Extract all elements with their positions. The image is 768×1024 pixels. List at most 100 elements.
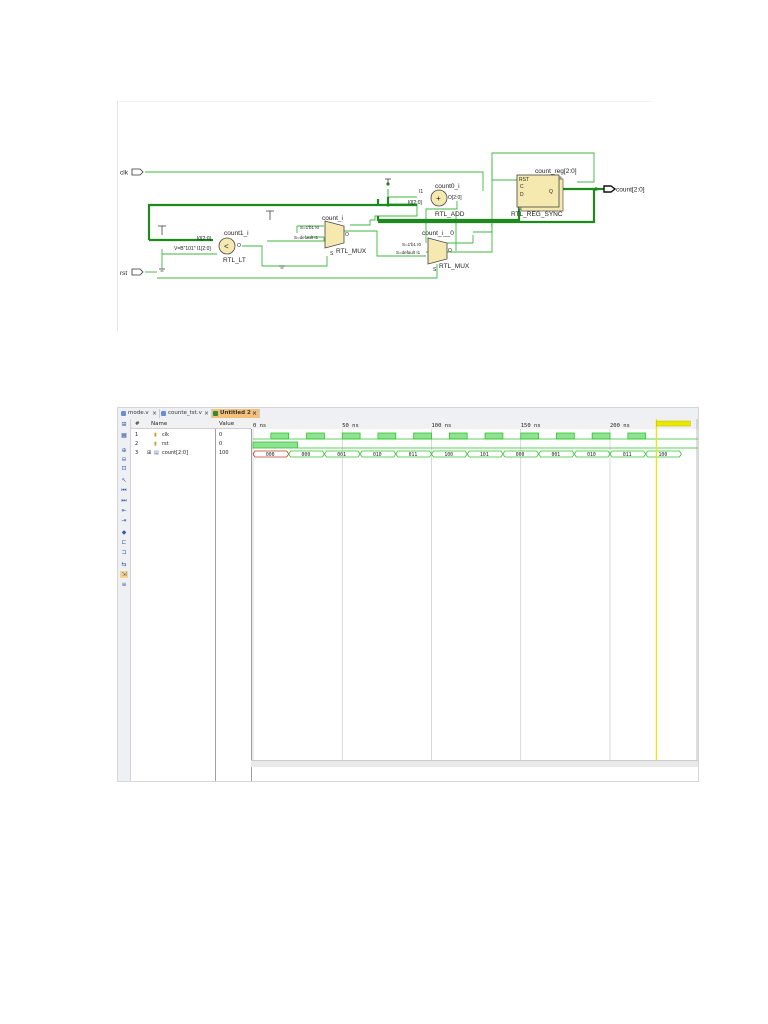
clk-high-pulse (448, 432, 468, 440)
rst-port: rst (120, 268, 144, 277)
bus-value-label: 001 (551, 452, 560, 458)
count-output-port: count[2:0] (603, 185, 645, 194)
value-count: 100 (219, 450, 229, 456)
svg-text:O: O (237, 243, 241, 249)
name-column-header: Name (151, 421, 168, 427)
clk-high-pulse (270, 432, 290, 440)
horizontal-scrollbar[interactable] (251, 760, 698, 767)
signal-bit-icon: ▮ (154, 432, 157, 438)
mux2-cell: count_i__0 S=1'b1 I0 S=default I1 O S RT… (396, 230, 470, 273)
clk-high-pulse (627, 432, 647, 440)
mux1-cell: count_i S=1'b1 I0 S=default I1 O S RTL_M… (294, 215, 367, 257)
svg-text:rst: rst (120, 270, 127, 277)
svg-text:C: C (520, 184, 524, 190)
signal-bus-icon: ▤ (154, 450, 159, 456)
previous-marker-icon[interactable]: ⊏ (120, 539, 128, 546)
svg-text:O[2:0]: O[2:0] (448, 195, 462, 201)
next-transition-icon[interactable]: ⇥ (120, 517, 128, 524)
go-to-end-icon[interactable]: ⏭ (120, 497, 128, 504)
tab-mode-v[interactable]: mode.v × (120, 409, 160, 418)
signal-name-pane: # Name 1 ▮ clk 2 ▮ rst 3 ⊞ ▤ count[2:0] (131, 419, 216, 781)
time-label: 150 ns (521, 423, 541, 429)
svg-text:D: D (520, 192, 524, 198)
clk-high-pulse (413, 432, 432, 440)
zoom-in-icon[interactable]: ⊕ (120, 447, 128, 454)
waveform-canvas[interactable]: 0 ns 50 ns 100 ns 150 ns 200 ns 000 000 001 010 0… (251, 419, 698, 781)
verilog-file-icon (121, 411, 126, 416)
compare-cell: < count1_i I0[2:0] V=B"101" I1[2:0] O RT… (174, 230, 249, 264)
svg-text:count_reg[2:0]: count_reg[2:0] (535, 168, 577, 175)
swap-cursors-icon[interactable]: ⇆ (120, 561, 128, 568)
expand-icon[interactable]: ⊞ (147, 449, 151, 458)
close-icon[interactable]: × (204, 409, 209, 418)
go-to-start-icon[interactable]: ⏮ (120, 487, 128, 494)
save-icon[interactable]: ▦ (120, 432, 128, 439)
waveform-viewer: mode.v × counte_tst.v × Untitled 2 × ⊞ ▦… (117, 407, 699, 782)
svg-text:RST: RST (519, 177, 529, 183)
svg-text:RTL_REG_SYNC: RTL_REG_SYNC (511, 211, 563, 218)
tab-counte-tst-v[interactable]: counte_tst.v × (160, 409, 212, 418)
bus-value-label: 100 (659, 452, 668, 458)
clk-port: clk (120, 168, 144, 177)
svg-text:<: < (224, 242, 229, 251)
svg-text:S=1'b1 I0: S=1'b1 I0 (402, 242, 421, 247)
svg-text:+: + (436, 194, 441, 203)
signal-row-count[interactable]: 3 ⊞ ▤ count[2:0] (135, 449, 188, 458)
svg-text:S=default I1: S=default I1 (396, 250, 421, 255)
bus-value-label: 011 (409, 452, 418, 458)
clk-high-pulse (341, 432, 361, 440)
svg-text:I0[2:0]: I0[2:0] (408, 200, 423, 206)
svg-text:RTL_LT: RTL_LT (223, 257, 246, 264)
tab-untitled-2[interactable]: Untitled 2 × (212, 409, 260, 418)
svg-text:O: O (448, 248, 452, 254)
bus-value-label: 000 (266, 452, 275, 458)
bus-value-label: 000 (516, 452, 525, 458)
svg-text:I1: I1 (419, 189, 423, 195)
verilog-file-icon (161, 411, 166, 416)
bus-value-label: 101 (480, 452, 489, 458)
bus-value-label: 100 (444, 452, 453, 458)
value-rst: 0 (219, 441, 223, 447)
time-label: 100 ns (432, 423, 452, 429)
bus-value-label: 010 (373, 452, 382, 458)
clk-high-pulse (520, 432, 540, 440)
register-cell: count_reg[2:0] RST C D Q RTL_REG_SYNC (511, 168, 577, 218)
signal-row-clk[interactable]: 1 ▮ clk (135, 431, 169, 440)
svg-text:S=1'b1 I0: S=1'b1 I0 (300, 225, 319, 230)
floating-ruler-icon[interactable]: ≡ (120, 581, 128, 588)
svg-text:count_i__0: count_i__0 (422, 230, 454, 237)
svg-text:S: S (433, 267, 437, 273)
close-icon[interactable]: × (152, 409, 157, 418)
svg-text:O: O (345, 232, 349, 238)
time-label: 50 ns (342, 423, 359, 429)
zoom-fit-icon[interactable]: ⊡ (120, 465, 128, 472)
rtl-schematic: clk rst count[2:0] count_reg[2:0] RST C … (117, 101, 652, 331)
cursor-time-marker (656, 420, 691, 427)
next-marker-icon[interactable]: ⊐ (120, 549, 128, 556)
add-marker-icon[interactable]: ◆ (120, 529, 128, 536)
svg-text:S=default I1: S=default I1 (294, 235, 319, 240)
svg-text:RTL_ADD: RTL_ADD (435, 211, 465, 218)
svg-text:S: S (330, 251, 334, 257)
bus-value-label: 011 (623, 452, 632, 458)
clk-high-pulse (377, 432, 397, 440)
signal-bit-icon: ▮ (154, 441, 157, 447)
clk-high-pulse (591, 432, 611, 440)
rst-high-pulse (252, 441, 299, 449)
svg-text:count[2:0]: count[2:0] (616, 187, 645, 194)
close-icon[interactable]: × (252, 409, 257, 418)
svg-text:Q: Q (549, 189, 553, 195)
snap-to-transition-icon[interactable]: ⇲ (120, 571, 128, 578)
waveform-toolbar: ⊞ ▦ ⊕ ⊖ ⊡ ↖ ⏮ ⏭ ⇤ ⇥ ◆ ⊏ ⊐ ⇆ ⇲ ≡ (118, 419, 131, 781)
svg-text:I0[2:0]: I0[2:0] (197, 236, 212, 242)
index-column-header: # (135, 421, 140, 427)
clk-high-pulse (484, 432, 504, 440)
svg-text:clk: clk (120, 170, 129, 177)
adder-cell: + count0_i I1 I0[2:0] O[2:0] RTL_ADD (408, 183, 465, 218)
zoom-out-icon[interactable]: ⊖ (120, 456, 128, 463)
bus-value-label: 001 (337, 452, 346, 458)
previous-transition-icon[interactable]: ⇤ (120, 507, 128, 514)
cursor-icon[interactable]: ↖ (120, 477, 128, 484)
add-probe-icon[interactable]: ⊞ (120, 421, 128, 428)
signal-row-rst[interactable]: 2 ▮ rst (135, 440, 169, 449)
